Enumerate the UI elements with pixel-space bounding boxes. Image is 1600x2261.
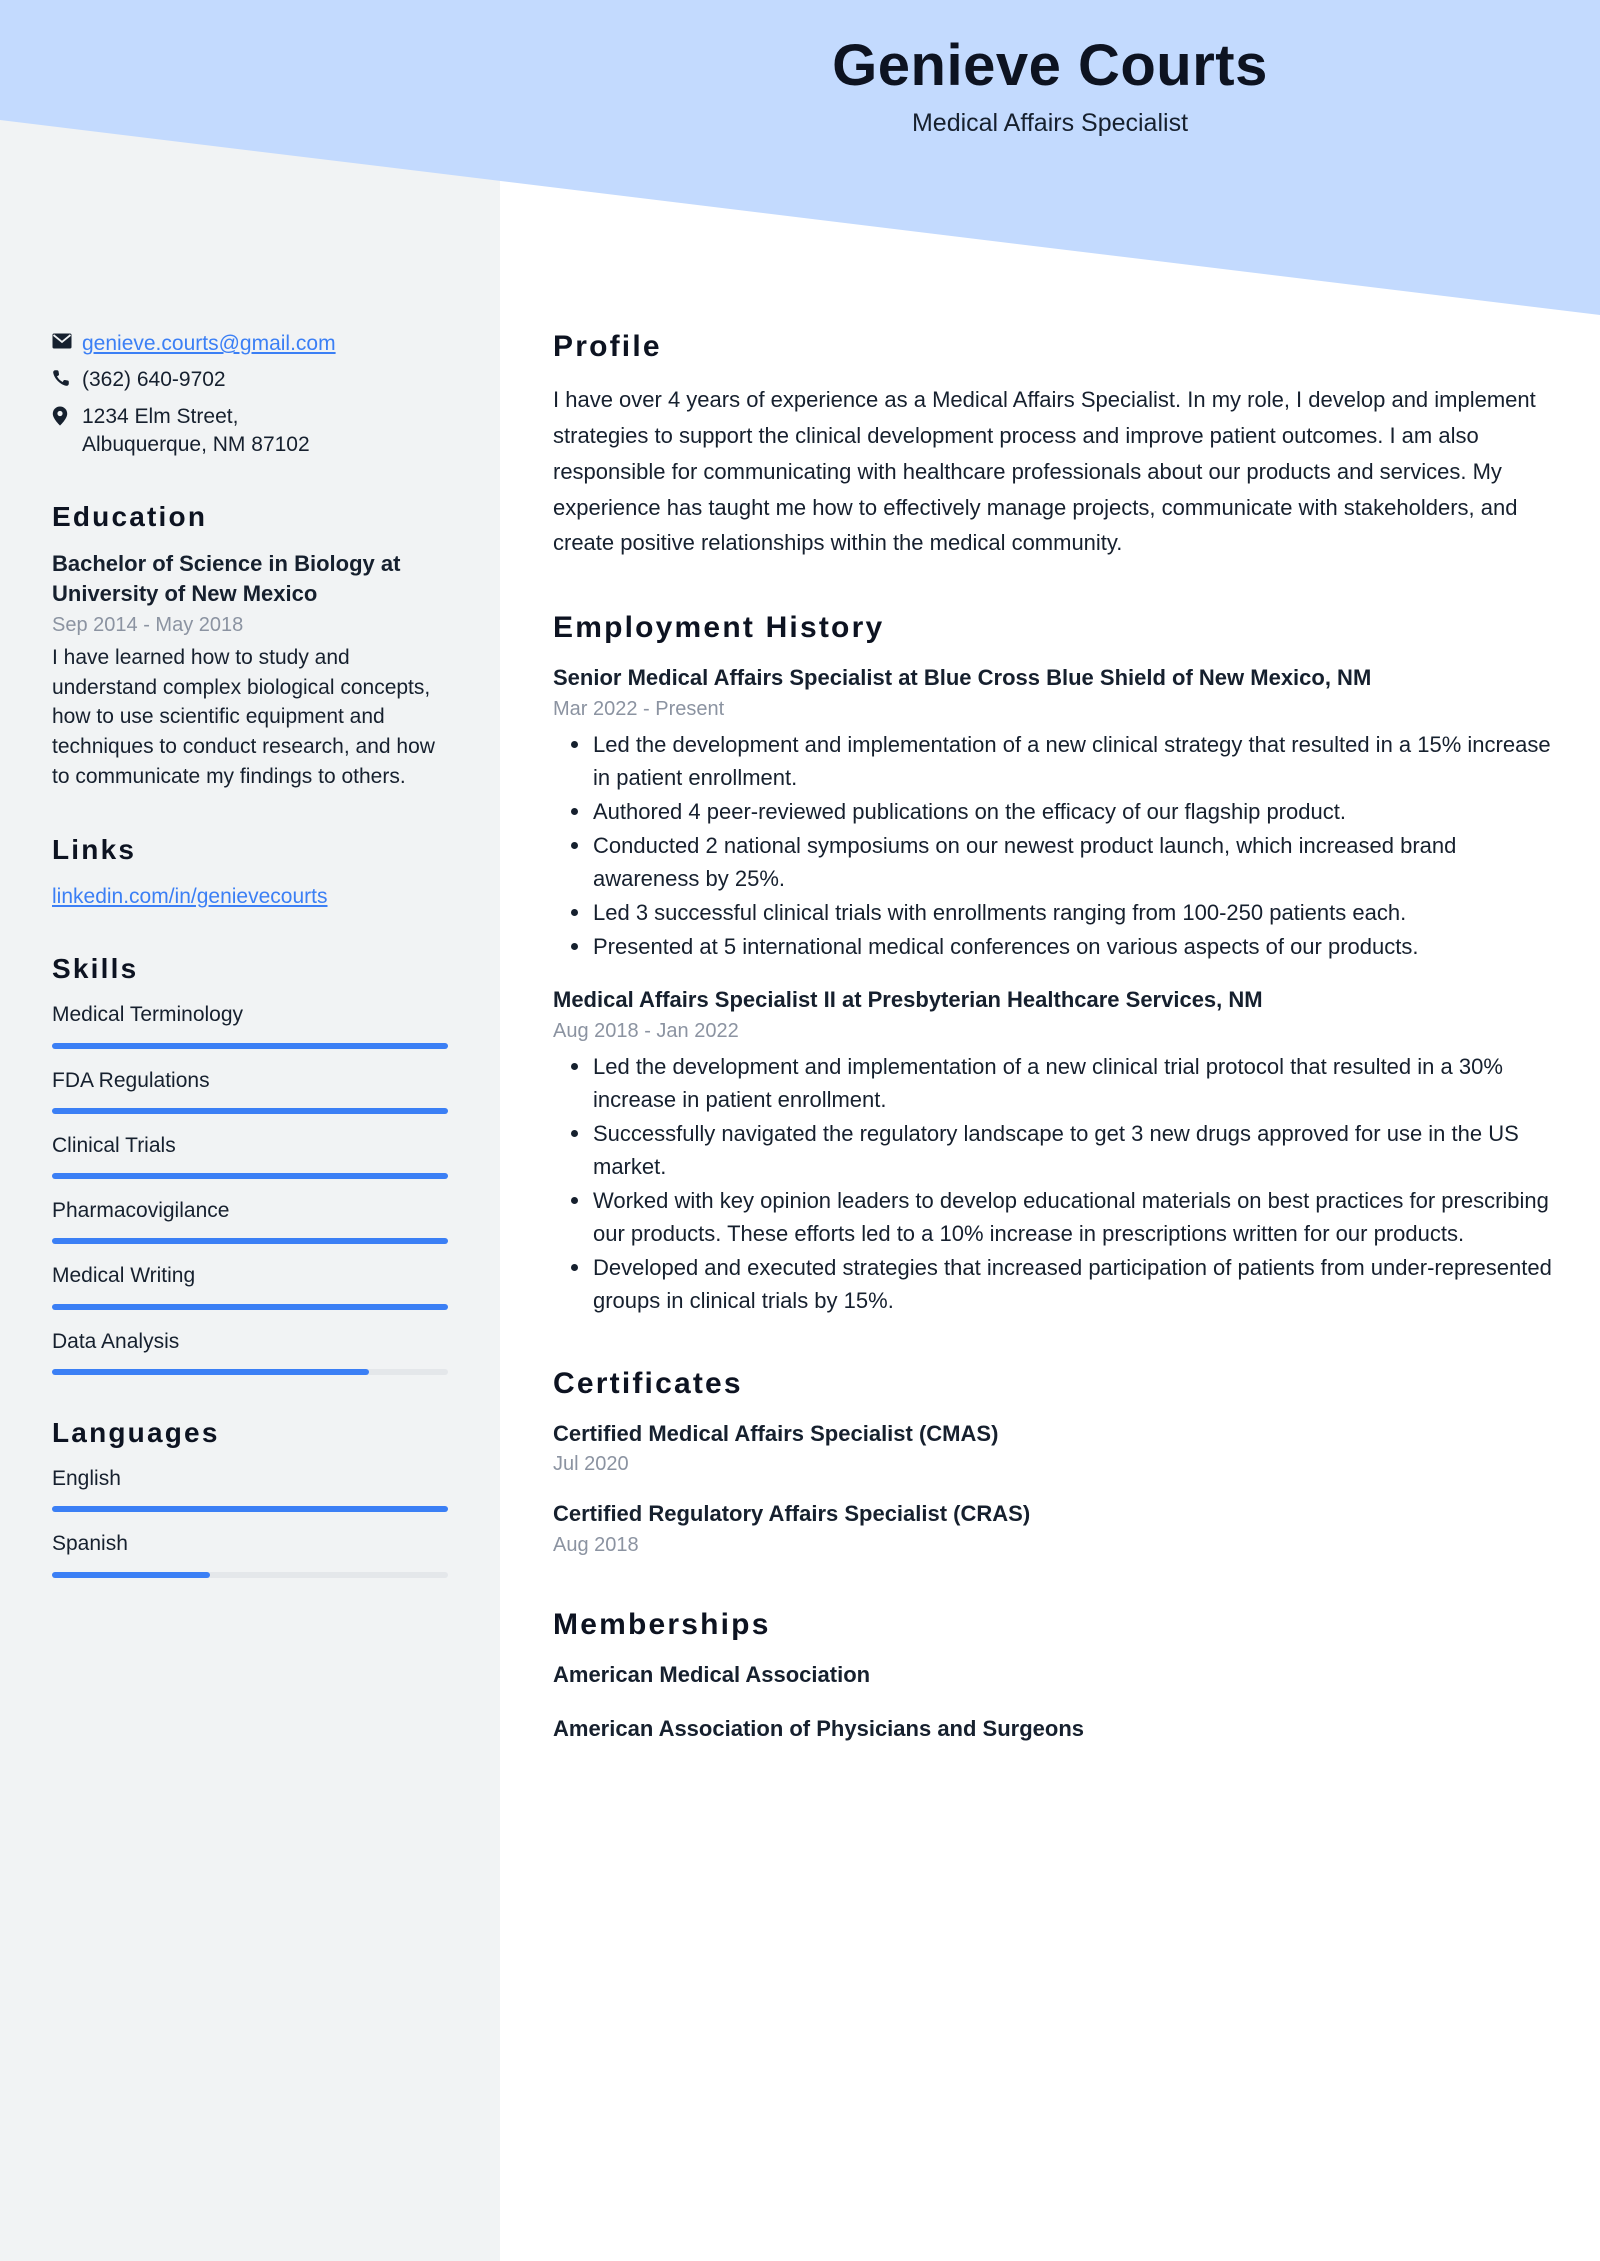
contact-list: genieve.courts@gmail.com (362) 640-9702	[52, 330, 448, 459]
contact-email-value: genieve.courts@gmail.com	[82, 330, 448, 358]
skill-level-fill	[52, 1107, 448, 1114]
skill-level-fill	[52, 1238, 448, 1245]
certificates-heading: Certificates	[553, 1366, 743, 1400]
skill-item: Clinical Trials	[52, 1132, 448, 1180]
profile-heading: Profile	[553, 330, 662, 363]
language-label: English	[52, 1466, 121, 1490]
email-link[interactable]: genieve.courts@gmail.com	[82, 332, 336, 355]
education-item-title: Bachelor of Science in Biology at Univer…	[52, 551, 401, 607]
skill-label: Medical Writing	[52, 1264, 196, 1288]
profile-text: I have over 4 years of experience as a M…	[553, 387, 1536, 556]
education-item-description: I have learned how to study and understa…	[52, 645, 435, 788]
location-pin-icon	[52, 403, 82, 426]
email-icon	[52, 330, 82, 349]
skill-level-track	[52, 1303, 448, 1310]
language-item: Spanish	[52, 1530, 448, 1578]
language-level-fill	[52, 1571, 211, 1578]
certificate-item: Certified Regulatory Affairs Specialist …	[553, 1499, 1554, 1558]
skill-level-track	[52, 1107, 448, 1114]
skill-level-fill	[52, 1042, 448, 1049]
employment-heading: Employment History	[553, 611, 885, 645]
memberships-heading: Memberships	[553, 1608, 771, 1642]
employment-item: Senior Medical Affairs Specialist at Blu…	[553, 663, 1554, 963]
bullet-item: Led the development and implementation o…	[571, 1050, 1554, 1116]
skill-level-track	[52, 1173, 448, 1180]
language-item: English	[52, 1465, 448, 1513]
skill-item: FDA Regulations	[52, 1067, 448, 1114]
address-line-1: 1234 Elm Street,	[82, 404, 239, 428]
employment-item-title: Senior Medical Affairs Specialist at Blu…	[553, 665, 1372, 691]
bullet-item: Led 3 successful clinical trials with en…	[571, 896, 1554, 929]
bullet-item: Developed and executed strategies that i…	[571, 1251, 1554, 1317]
skill-label: FDA Regulations	[52, 1068, 210, 1092]
contact-address-value: 1234 Elm Street, Albuquerque, NM 87102	[82, 403, 448, 460]
header-text-block: Genieve Courts Medical Affairs Specialis…	[500, 34, 1600, 138]
language-level-fill	[52, 1506, 448, 1513]
skill-item: Medical Terminology	[52, 1001, 448, 1049]
languages-heading: Languages	[52, 1416, 220, 1448]
bullet-item: Led the development and implementation o…	[571, 728, 1554, 794]
bullet-item: Worked with key opinion leaders to devel…	[571, 1184, 1554, 1250]
contact-phone-row: (362) 640-9702	[52, 366, 448, 394]
employment-list: Senior Medical Affairs Specialist at Blu…	[553, 663, 1554, 1316]
bullet-item: Presented at 5 international medical con…	[571, 930, 1554, 963]
employment-item-date: Mar 2022 - Present	[553, 697, 725, 720]
language-level-track	[52, 1571, 448, 1578]
skill-level-fill	[52, 1368, 369, 1375]
phone-icon	[52, 366, 82, 387]
bullet-item: Successfully navigated the regulatory la…	[571, 1117, 1554, 1183]
skill-level-track	[52, 1042, 448, 1049]
language-label: Spanish	[52, 1532, 128, 1556]
linkedin-link[interactable]: linkedin.com/in/genievecourts	[52, 882, 327, 911]
contact-phone-value: (362) 640-9702	[82, 368, 226, 392]
memberships-list: American Medical Association American Ass…	[553, 1660, 1554, 1743]
main-column: Profile I have over 4 years of experienc…	[500, 330, 1600, 1767]
language-level-track	[52, 1506, 448, 1513]
bullet-item: Conducted 2 national symposiums on our n…	[571, 829, 1554, 895]
employment-item-title: Medical Affairs Specialist II at Presbyt…	[553, 986, 1263, 1012]
education-heading: Education	[52, 501, 208, 533]
skill-level-track	[52, 1238, 448, 1245]
skill-level-track	[52, 1368, 448, 1375]
education-item-date: Sep 2014 - May 2018	[52, 613, 244, 636]
skills-list: Medical Terminology FDA Regulations Clinic…	[52, 1001, 448, 1375]
skill-item: Medical Writing	[52, 1262, 448, 1310]
resume-page: Genieve Courts Medical Affairs Specialis…	[0, 0, 1600, 2261]
membership-item: American Association of Physicians and S…	[553, 1715, 1084, 1741]
certificate-item-date: Aug 2018	[553, 1534, 639, 1557]
skill-item: Pharmacovigilance	[52, 1197, 448, 1245]
languages-list: English Spanish	[52, 1465, 448, 1578]
skill-label: Data Analysis	[52, 1329, 180, 1353]
employment-item-bullets: Led the development and implementation o…	[553, 1050, 1554, 1317]
certificate-item: Certified Medical Affairs Specialist (CM…	[553, 1419, 1554, 1478]
membership-item: American Medical Association	[553, 1662, 871, 1688]
skill-level-fill	[52, 1173, 448, 1180]
skill-item: Data Analysis	[52, 1328, 448, 1375]
education-item: Bachelor of Science in Biology at Univer…	[52, 549, 448, 791]
bullet-item: Authored 4 peer-reviewed publications on…	[571, 795, 1554, 828]
skill-label: Medical Terminology	[52, 1003, 244, 1027]
skill-label: Clinical Trials	[52, 1133, 176, 1157]
certificate-item-title: Certified Regulatory Affairs Specialist …	[553, 1501, 1031, 1527]
links-heading: Links	[52, 833, 137, 865]
certificate-item-title: Certified Medical Affairs Specialist (CM…	[553, 1420, 999, 1446]
sidebar: genieve.courts@gmail.com (362) 640-9702	[0, 330, 500, 1596]
address-line-2: Albuquerque, NM 87102	[82, 433, 310, 457]
page-title: Genieve Courts	[832, 33, 1268, 98]
employment-item: Medical Affairs Specialist II at Presbyt…	[553, 985, 1554, 1317]
skills-heading: Skills	[52, 953, 139, 985]
certificate-item-date: Jul 2020	[553, 1453, 629, 1476]
skill-label: Pharmacovigilance	[52, 1199, 230, 1223]
contact-email-row[interactable]: genieve.courts@gmail.com	[52, 330, 448, 358]
skill-level-fill	[52, 1303, 448, 1310]
certificates-list: Certified Medical Affairs Specialist (CM…	[553, 1419, 1554, 1558]
employment-item-bullets: Led the development and implementation o…	[553, 728, 1554, 963]
header-subtitle: Medical Affairs Specialist	[911, 108, 1189, 137]
contact-address-row: 1234 Elm Street, Albuquerque, NM 87102	[52, 403, 448, 460]
employment-item-date: Aug 2018 - Jan 2022	[553, 1019, 739, 1042]
